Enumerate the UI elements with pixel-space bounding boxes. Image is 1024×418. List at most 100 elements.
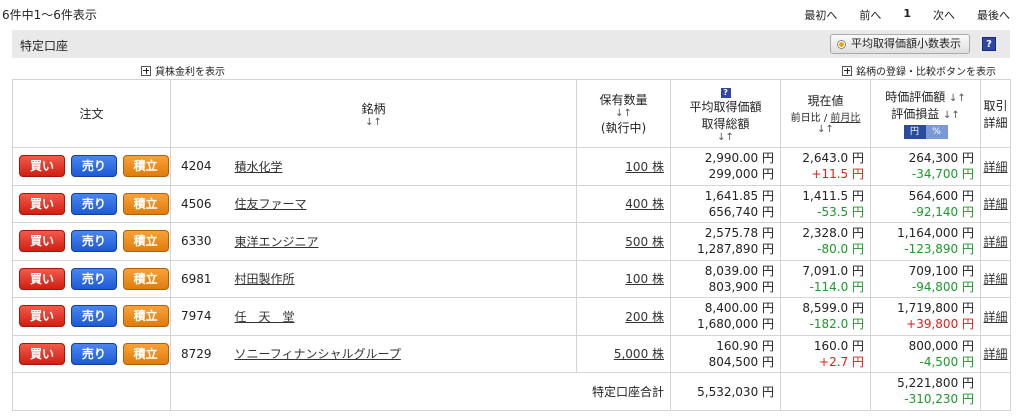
register-compare-link[interactable]: 銘柄の登録・比較ボタンを表示 bbox=[842, 63, 996, 78]
detail-link[interactable]: 詳細 bbox=[984, 235, 1008, 249]
profit-loss: +39,800 円 bbox=[906, 317, 975, 332]
sell-button[interactable]: 売り bbox=[70, 230, 117, 253]
detail-cell: 詳細 bbox=[980, 259, 1012, 298]
current-price: 2,643.0 円 bbox=[802, 151, 865, 166]
sort-icon[interactable]: ↓↑ bbox=[578, 108, 669, 119]
quantity-link[interactable]: 400 株 bbox=[625, 197, 664, 211]
market-value: 1,719,800 円 bbox=[897, 301, 975, 316]
avg-decimal-label: 平均取得価額小数表示 bbox=[851, 37, 961, 50]
avg-price: 160.90 円 bbox=[716, 338, 775, 353]
col-quantity[interactable]: 保有数量 ↓↑ (執行中) bbox=[576, 79, 672, 148]
total-cost-sum: 5,532,030 円 bbox=[670, 372, 782, 411]
buy-button[interactable]: 買い bbox=[19, 267, 65, 290]
tsumitate-button[interactable]: 積立 bbox=[122, 192, 169, 215]
unit-percent-button[interactable]: % bbox=[925, 125, 948, 139]
stock-name-link[interactable]: 村田製作所 bbox=[235, 272, 295, 286]
buy-button[interactable]: 買い bbox=[19, 155, 65, 178]
avg-price-cell: 1,641.85 円 656,740 円 bbox=[670, 184, 782, 223]
stock-name-link[interactable]: 任 天 堂 bbox=[235, 310, 295, 324]
detail-link[interactable]: 詳細 bbox=[984, 160, 1008, 174]
profit-loss: -123,890 円 bbox=[904, 242, 975, 257]
sell-button[interactable]: 売り bbox=[70, 267, 117, 290]
buy-button[interactable]: 買い bbox=[19, 342, 65, 365]
col-order: 注文 bbox=[12, 79, 171, 148]
pager-first[interactable]: 最初へ bbox=[804, 7, 837, 23]
help-icon[interactable]: ? bbox=[982, 37, 996, 51]
quantity-cell: 200 株 bbox=[576, 297, 672, 336]
option-links: 貸株金利を表示 銘柄の登録・比較ボタンを表示 bbox=[0, 63, 1024, 79]
holdings-table: 注文 銘柄 ↓↑ 保有数量 ↓↑ (執行中) ? 平均取得価額 取得総額 ↓↑ … bbox=[12, 79, 1012, 411]
stock-name-cell: 村田製作所 bbox=[234, 259, 578, 298]
register-compare-label: 銘柄の登録・比較ボタンを表示 bbox=[856, 67, 996, 78]
order-buttons: 買い 売り 積立 bbox=[12, 184, 171, 223]
quantity-link[interactable]: 500 株 bbox=[625, 235, 664, 249]
sell-button[interactable]: 売り bbox=[70, 305, 117, 328]
sort-icon[interactable]: ↓↑ bbox=[672, 132, 779, 143]
price-change: -114.0 円 bbox=[809, 279, 865, 294]
total-cost: 1,287,890 円 bbox=[697, 242, 775, 257]
col-avg-price[interactable]: ? 平均取得価額 取得総額 ↓↑ bbox=[670, 79, 782, 148]
stock-name-link[interactable]: 住友ファーマ bbox=[235, 197, 307, 211]
current-price-cell: 2,328.0 円 -80.0 円 bbox=[780, 222, 872, 261]
profit-loss: -4,500 円 bbox=[919, 354, 975, 369]
buy-button[interactable]: 買い bbox=[19, 230, 65, 253]
sell-button[interactable]: 売り bbox=[70, 192, 117, 215]
quantity-link[interactable]: 100 株 bbox=[625, 272, 664, 286]
tsumitate-button[interactable]: 積立 bbox=[122, 342, 169, 365]
col-market-value[interactable]: 時価評価額 ↓↑ 評価損益 ↓↑ 円 % bbox=[870, 79, 982, 148]
detail-cell: 詳細 bbox=[980, 297, 1012, 336]
pager-prev[interactable]: 前へ bbox=[859, 7, 881, 23]
total-cost: 1,680,000 円 bbox=[697, 317, 775, 332]
pager-next[interactable]: 次へ bbox=[933, 7, 955, 23]
sort-icon[interactable]: ↓↑ bbox=[943, 110, 960, 121]
col-trade-detail: 取引 詳細 bbox=[980, 79, 1012, 148]
order-buttons: 買い 売り 積立 bbox=[12, 334, 171, 373]
buy-button[interactable]: 買い bbox=[19, 305, 65, 328]
market-value: 709,100 円 bbox=[908, 263, 975, 278]
table-header-row: 注文 銘柄 ↓↑ 保有数量 ↓↑ (執行中) ? 平均取得価額 取得総額 ↓↑ … bbox=[12, 79, 1012, 148]
detail-link[interactable]: 詳細 bbox=[984, 310, 1008, 324]
tsumitate-button[interactable]: 積立 bbox=[122, 305, 169, 328]
avg-price: 8,400.00 円 bbox=[704, 301, 775, 316]
table-row: 買い 売り 積立 4204 積水化学 100 株 2,990.00 円 299,… bbox=[12, 147, 1012, 186]
help-icon[interactable]: ? bbox=[720, 88, 731, 98]
avg-price-cell: 2,575.78 円 1,287,890 円 bbox=[670, 222, 782, 261]
sell-button[interactable]: 売り bbox=[70, 342, 117, 365]
tsumitate-button[interactable]: 積立 bbox=[122, 230, 169, 253]
buy-button[interactable]: 買い bbox=[19, 192, 65, 215]
unit-toggle[interactable]: 円 % bbox=[903, 125, 948, 139]
tsumitate-button[interactable]: 積立 bbox=[122, 267, 169, 290]
sort-icon[interactable]: ↓↑ bbox=[949, 93, 966, 104]
quantity-link[interactable]: 5,000 株 bbox=[614, 347, 664, 361]
col-current-price[interactable]: 現在値 前日比 / 前月比 ↓↑ bbox=[780, 79, 872, 148]
col-name[interactable]: 銘柄 ↓↑ bbox=[169, 79, 578, 148]
stock-name-link[interactable]: 東洋エンジニア bbox=[235, 235, 319, 249]
avg-decimal-button[interactable]: 平均取得価額小数表示 bbox=[830, 34, 970, 54]
sort-icon[interactable]: ↓↑ bbox=[172, 117, 575, 128]
avg-price: 2,990.00 円 bbox=[704, 151, 775, 166]
total-cost: 299,000 円 bbox=[708, 167, 775, 182]
sell-button[interactable]: 売り bbox=[70, 155, 117, 178]
stock-name-link[interactable]: 積水化学 bbox=[235, 160, 283, 174]
total-cost: 804,500 円 bbox=[708, 354, 775, 369]
quantity-link[interactable]: 100 株 bbox=[625, 160, 664, 174]
detail-link[interactable]: 詳細 bbox=[984, 197, 1008, 211]
sort-icon[interactable]: ↓↑ bbox=[782, 124, 869, 135]
pager-last[interactable]: 最後へ bbox=[977, 7, 1010, 23]
stock-name-link[interactable]: ソニーフィナンシャルグループ bbox=[235, 347, 401, 361]
detail-link[interactable]: 詳細 bbox=[984, 347, 1008, 361]
detail-link[interactable]: 詳細 bbox=[984, 272, 1008, 286]
lending-rate-link[interactable]: 貸株金利を表示 bbox=[141, 63, 225, 78]
market-value-cell: 1,719,800 円 +39,800 円 bbox=[870, 297, 982, 336]
prev-month-link[interactable]: 前月比 bbox=[830, 113, 860, 124]
market-value-cell: 709,100 円 -94,800 円 bbox=[870, 259, 982, 298]
current-price: 1,411.5 円 bbox=[802, 188, 865, 203]
total-cost: 656,740 円 bbox=[708, 204, 775, 219]
top-bar: 6件中1～6件表示 最初へ 前へ 1 次へ 最後へ bbox=[0, 0, 1024, 28]
prev-day-toggle[interactable]: 前日比 bbox=[791, 113, 821, 124]
tsumitate-button[interactable]: 積立 bbox=[122, 155, 169, 178]
stock-name-cell: 積水化学 bbox=[234, 147, 578, 186]
quantity-link[interactable]: 200 株 bbox=[625, 310, 664, 324]
unit-yen-button[interactable]: 円 bbox=[903, 125, 926, 139]
avg-price-cell: 8,400.00 円 1,680,000 円 bbox=[670, 297, 782, 336]
